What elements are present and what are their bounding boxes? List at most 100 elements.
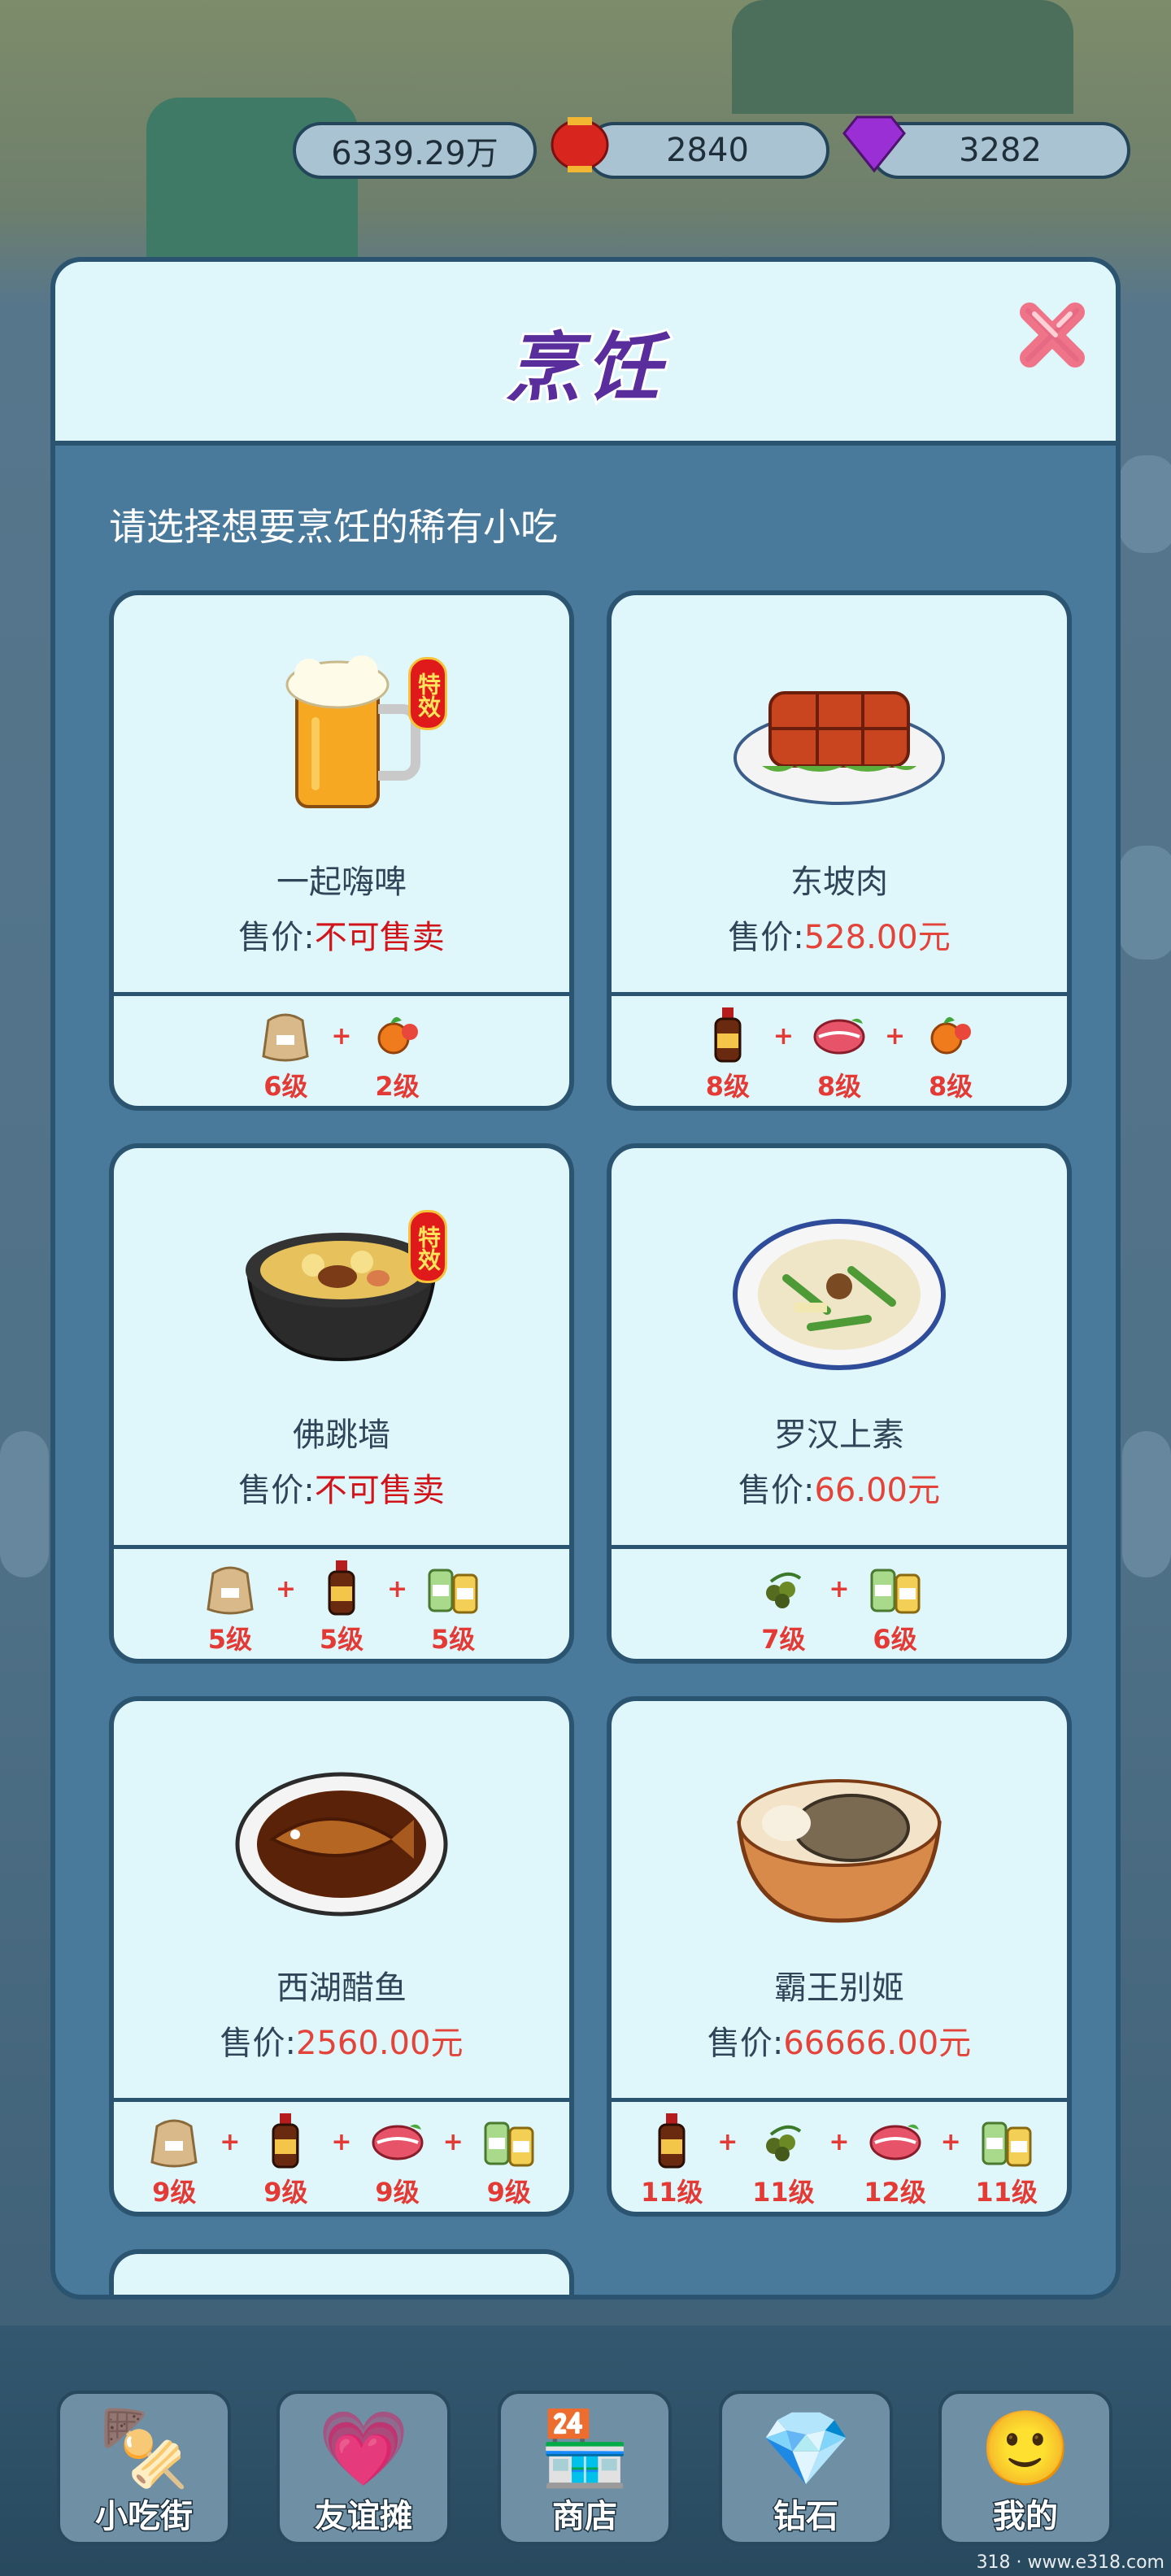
dish-card[interactable]: 东坡肉 售价:528.00元 8级 + 8级 + 8级 [607, 590, 1072, 1111]
ingredient-level: 11级 [975, 2177, 1038, 2208]
dish-name: 霸王别姬 [774, 1969, 904, 2007]
ingredient: 5级 [196, 1557, 264, 1656]
dish-name: 一起嗨啤 [276, 864, 407, 901]
ingredient: 8级 [694, 1004, 762, 1103]
ingredient: 11级 [973, 2110, 1041, 2209]
ingredient-row: 11级 + 11级 + 12级 + 11级 [612, 2098, 1067, 2212]
dish-price: 售价:不可售卖 [114, 911, 569, 958]
cooking-dialog: 烹饪 请选择想要烹饪的稀有小吃 特效 一起嗨啤 售价:不可售卖 6级 + 2级 … [50, 257, 1121, 2300]
ingredient: 9级 [140, 2110, 208, 2209]
dialog-prompt: 请选择想要烹饪的稀有小吃 [109, 505, 558, 549]
plus-icon: + [442, 2128, 464, 2156]
nav-shop[interactable]: 🏪 商店 [498, 2391, 672, 2545]
dish-name: 西湖醋鱼 [276, 1969, 407, 2007]
turtle-soup-icon [737, 1779, 942, 1923]
vegetables-icon [377, 1016, 418, 1055]
ingredient: 6级 [861, 1557, 929, 1656]
coins-value: 6339.29万 [331, 135, 498, 172]
ingredient-level: 6级 [873, 1624, 917, 1655]
plus-icon: + [331, 2128, 352, 2156]
price-label: 售价: [738, 1472, 815, 1509]
lantern-value: 2840 [666, 132, 749, 169]
nav-profile[interactable]: 🙂 我的 [938, 2391, 1112, 2545]
raw-meat-icon [813, 1018, 865, 1055]
soy-sauce-bottle-icon [714, 1007, 742, 1063]
seasoning-jars-icon [484, 2121, 534, 2167]
ingredient: 6级 [251, 1004, 320, 1103]
ingredient: 11级 [638, 2110, 706, 2209]
dish-price: 售价:66666.00元 [612, 2017, 1067, 2064]
shop-icon: 🏪 [538, 2406, 631, 2491]
coins-counter: 6339.29万 [293, 122, 537, 179]
ingredient: 5级 [419, 1557, 487, 1656]
dish-card[interactable]: 特效 一起嗨啤 售价:不可售卖 6级 + 2级 [109, 590, 574, 1111]
dish-name: 罗汉上素 [774, 1416, 904, 1454]
nav-label: 友谊摊 [314, 2497, 414, 2537]
dialog-header: 烹饪 [55, 262, 1116, 446]
ingredient: 11级 [749, 2110, 817, 2209]
seasoning-jars-icon [870, 1569, 921, 1614]
nav-label: 小吃街 [94, 2497, 194, 2537]
lantern-icon [551, 117, 609, 172]
ingredient: 9级 [475, 2110, 543, 2209]
price-value: 2560.00元 [296, 2025, 464, 2062]
soy-sauce-bottle-icon [328, 1560, 355, 1616]
plus-icon: + [829, 1575, 850, 1603]
braised-pork-icon [734, 691, 945, 805]
raw-meat-icon [869, 2124, 921, 2160]
plus-icon: + [773, 1022, 794, 1051]
ingredient-level: 8级 [929, 1071, 973, 1102]
plus-icon: + [940, 2128, 961, 2156]
close-icon[interactable] [1012, 294, 1093, 376]
nav-snack-street[interactable]: 🍢 小吃街 [57, 2391, 231, 2545]
price-value: 66.00元 [814, 1472, 940, 1509]
ingredient-row: 8级 + 8级 + 8级 [612, 992, 1067, 1106]
green-peppercorns-icon [766, 1572, 802, 1608]
dish-card[interactable]: 霸王别姬 售价:66666.00元 11级 + 11级 + 12级 + 11级 [607, 1696, 1072, 2217]
dish-name: 佛跳墙 [293, 1416, 390, 1454]
plus-icon: + [275, 1575, 296, 1603]
plus-icon: + [331, 1022, 352, 1051]
flour-sack-icon [262, 1013, 310, 1062]
dish-card-partial[interactable] [109, 2249, 574, 2295]
dish-card[interactable]: 罗汉上素 售价:66.00元 7级 + 6级 [607, 1143, 1072, 1664]
dialog-title: 烹饪 [503, 322, 665, 414]
ingredient-level: 8级 [816, 1071, 862, 1102]
dish-card[interactable]: 西湖醋鱼 售价:2560.00元 9级 + 9级 + 9级 + 9级 [109, 1696, 574, 2217]
ingredient-row: 6级 + 2级 [114, 992, 569, 1106]
nav-friend-stall[interactable]: 💗 友谊摊 [276, 2391, 451, 2545]
raw-meat-icon [372, 2124, 424, 2160]
ingredient: 9级 [363, 2110, 432, 2209]
ingredient-row: 7级 + 6级 [612, 1545, 1067, 1659]
price-label: 售价: [220, 2025, 297, 2062]
ingredient-level: 9级 [486, 2177, 531, 2208]
ingredient: 8级 [805, 1004, 873, 1103]
dish-name: 东坡肉 [790, 864, 888, 901]
ingredient-level: 2级 [375, 1071, 420, 1102]
ingredient: 12级 [861, 2110, 929, 2209]
nav-diamond[interactable]: 💎 钻石 [719, 2391, 893, 2545]
price-label: 售价: [728, 919, 804, 956]
diamond-value: 3282 [959, 132, 1042, 169]
plus-icon: + [717, 2128, 738, 2156]
diamond-icon [842, 115, 906, 173]
diamond-icon: 💎 [760, 2406, 852, 2491]
plus-icon: + [387, 1575, 408, 1603]
ingredient-level: 5级 [207, 1624, 252, 1655]
dish-price: 售价:不可售卖 [114, 1464, 569, 1511]
dish-card[interactable]: 特效 佛跳墙 售价:不可售卖 5级 + 5级 + 5级 [109, 1143, 574, 1664]
ingredient-level: 8级 [705, 1071, 750, 1102]
dish-price: 售价:528.00元 [612, 911, 1067, 958]
ingredient-level: 12级 [864, 2177, 926, 2208]
background-side-button [1122, 1431, 1171, 1577]
soy-sauce-bottle-icon [272, 2113, 299, 2169]
background-roof [732, 0, 1073, 114]
ingredient-level: 9级 [152, 2177, 197, 2208]
background-side-button [1119, 846, 1171, 959]
special-effect-badge: 特效 [408, 1210, 447, 1283]
heart-stall-icon: 💗 [317, 2406, 410, 2491]
price-label: 售价: [238, 1472, 315, 1509]
ingredient: 8级 [916, 1004, 985, 1103]
price-value: 528.00元 [803, 919, 951, 956]
skewer-icon: 🍢 [98, 2406, 190, 2491]
